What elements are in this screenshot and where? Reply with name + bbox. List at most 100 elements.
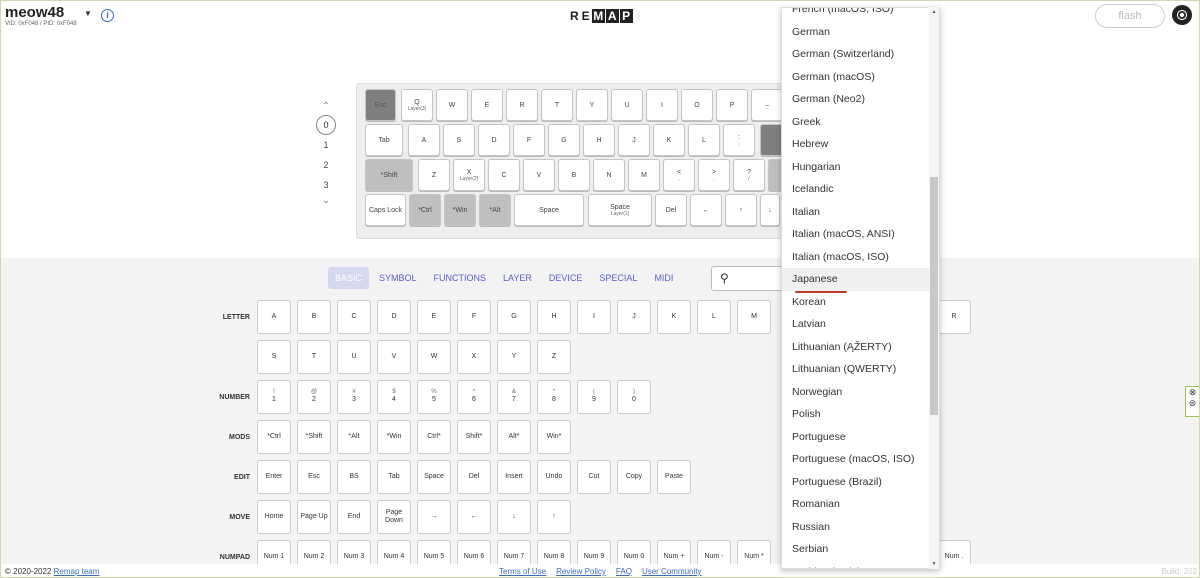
- keyboard-key[interactable]: C: [488, 159, 520, 191]
- dropdown-option[interactable]: Serbian (Latin): [782, 561, 939, 569]
- dropdown-option[interactable]: Serbian: [782, 538, 939, 561]
- keycode-key[interactable]: Shift*: [457, 420, 491, 454]
- keycode-key[interactable]: @2: [297, 380, 331, 414]
- keyboard-key[interactable]: Tab: [365, 124, 403, 156]
- keycode-key[interactable]: * 8: [537, 380, 571, 414]
- layer-item[interactable]: 3: [313, 175, 339, 195]
- keyboard-key[interactable]: ↑: [725, 194, 757, 226]
- tab-symbol[interactable]: SYMBOL: [372, 267, 424, 289]
- terms-link[interactable]: Terms of Use: [499, 567, 546, 576]
- dropdown-option[interactable]: Hebrew: [782, 133, 939, 156]
- keyboard-key[interactable]: A: [408, 124, 440, 156]
- keycode-key[interactable]: F: [457, 300, 491, 334]
- keycode-key[interactable]: BS: [337, 460, 371, 494]
- keycode-key[interactable]: R: [937, 300, 971, 334]
- chevron-down-icon[interactable]: ▼: [84, 9, 92, 18]
- avatar[interactable]: [1172, 5, 1192, 25]
- keycode-key[interactable]: Esc: [297, 460, 331, 494]
- dropdown-option[interactable]: Hungarian: [782, 156, 939, 179]
- keycode-key[interactable]: E: [417, 300, 451, 334]
- keyboard-key[interactable]: B: [558, 159, 590, 191]
- dropdown-option[interactable]: Lithuanian (ĄŽERTY): [782, 336, 939, 359]
- keycode-key[interactable]: Alt*: [497, 420, 531, 454]
- keyboard-key[interactable]: S: [443, 124, 475, 156]
- dropdown-option[interactable]: Icelandic: [782, 178, 939, 201]
- dropdown-option[interactable]: Greek: [782, 111, 939, 134]
- keyboard-key[interactable]: L: [688, 124, 720, 156]
- keycode-key[interactable]: *Ctrl: [257, 420, 291, 454]
- keycode-key[interactable]: Copy: [617, 460, 651, 494]
- keyboard-key[interactable]: <,: [663, 159, 695, 191]
- keycode-key[interactable]: ^ 6: [457, 380, 491, 414]
- keycode-key[interactable]: Undo: [537, 460, 571, 494]
- keycode-key[interactable]: Ctrl*: [417, 420, 451, 454]
- close-icon[interactable]: ⊗: [1186, 387, 1199, 398]
- keycode-key[interactable]: End: [337, 500, 371, 534]
- dropdown-option[interactable]: German (Switzerland): [782, 43, 939, 66]
- keycode-key[interactable]: W: [417, 340, 451, 374]
- keycode-key[interactable]: Insert: [497, 460, 531, 494]
- keycode-key[interactable]: #3: [337, 380, 371, 414]
- keycode-key[interactable]: D: [377, 300, 411, 334]
- keycode-key[interactable]: Home: [257, 500, 291, 534]
- keyboard-key[interactable]: X Layer(2): [453, 159, 485, 191]
- chevron-down-icon[interactable]: ⌄: [313, 195, 339, 209]
- keyboard-key[interactable]: >.: [698, 159, 730, 191]
- dropdown-option[interactable]: German (macOS): [782, 66, 939, 89]
- keyboard-key[interactable]: ←: [690, 194, 722, 226]
- keyboard-key[interactable]: N: [593, 159, 625, 191]
- dropdown-option[interactable]: Russian: [782, 516, 939, 539]
- dropdown-option[interactable]: Latvian: [782, 313, 939, 336]
- keyboard-key[interactable]: G: [548, 124, 580, 156]
- keycode-key[interactable]: Page Up: [297, 500, 331, 534]
- dropdown-option[interactable]: German (Neo2): [782, 88, 939, 111]
- keycode-key[interactable]: *Alt: [337, 420, 371, 454]
- layer-item[interactable]: 1: [313, 135, 339, 155]
- keycode-key[interactable]: $4: [377, 380, 411, 414]
- keycode-key[interactable]: S: [257, 340, 291, 374]
- keycode-key[interactable]: V: [377, 340, 411, 374]
- keycode-key[interactable]: Page Down: [377, 500, 411, 534]
- keyboard-key[interactable]: ↓: [760, 194, 780, 226]
- dropdown-option[interactable]: Japanese: [782, 268, 939, 291]
- keycode-key[interactable]: Win*: [537, 420, 571, 454]
- keycode-key[interactable]: ↑: [537, 500, 571, 534]
- dropdown-option[interactable]: Portuguese (Brazil): [782, 471, 939, 494]
- keyboard-name[interactable]: meow48: [5, 4, 64, 21]
- keyboard-key[interactable]: Caps Lock: [365, 194, 406, 226]
- tab-layer[interactable]: LAYER: [496, 267, 539, 289]
- keyboard-key[interactable]: J: [618, 124, 650, 156]
- dropdown-option[interactable]: Polish: [782, 403, 939, 426]
- tab-basic[interactable]: BASIC: [328, 267, 370, 289]
- faq-link[interactable]: FAQ: [616, 567, 632, 576]
- dropdown-option[interactable]: Romanian: [782, 493, 939, 516]
- dropdown-option[interactable]: Italian (macOS, ISO): [782, 246, 939, 269]
- keyboard-key[interactable]: *Alt: [479, 194, 511, 226]
- tab-device[interactable]: DEVICE: [542, 267, 590, 289]
- keyboard-key[interactable]: M: [628, 159, 660, 191]
- layer-current[interactable]: 0: [316, 115, 336, 135]
- keyboard-key[interactable]: W: [436, 89, 468, 121]
- keycode-key[interactable]: ! 1: [257, 380, 291, 414]
- keycode-key[interactable]: (9: [577, 380, 611, 414]
- scroll-down-icon[interactable]: ▼: [929, 561, 939, 567]
- scroll-up-icon[interactable]: ▲: [929, 9, 939, 15]
- keycode-key[interactable]: Tab: [377, 460, 411, 494]
- keycode-key[interactable]: % 5: [417, 380, 451, 414]
- dropdown-option[interactable]: Portuguese (macOS, ISO): [782, 448, 939, 471]
- keycode-key[interactable]: G: [497, 300, 531, 334]
- keycode-key[interactable]: C: [337, 300, 371, 334]
- keycode-key[interactable]: K: [657, 300, 691, 334]
- keycode-key[interactable]: T: [297, 340, 331, 374]
- keyboard-key[interactable]: Del: [655, 194, 687, 226]
- dropdown-option[interactable]: Italian: [782, 201, 939, 224]
- keyboard-key[interactable]: E: [471, 89, 503, 121]
- keyboard-key[interactable]: *Win: [444, 194, 476, 226]
- info-icon[interactable]: i: [101, 9, 114, 22]
- dropdown-option[interactable]: Korean: [782, 291, 939, 314]
- keyboard-key[interactable]: *Shift: [365, 159, 413, 191]
- keyboard-key[interactable]: D: [478, 124, 510, 156]
- tab-special[interactable]: SPECIAL: [592, 267, 644, 289]
- keycode-key[interactable]: A: [257, 300, 291, 334]
- keyboard-key[interactable]: U: [611, 89, 643, 121]
